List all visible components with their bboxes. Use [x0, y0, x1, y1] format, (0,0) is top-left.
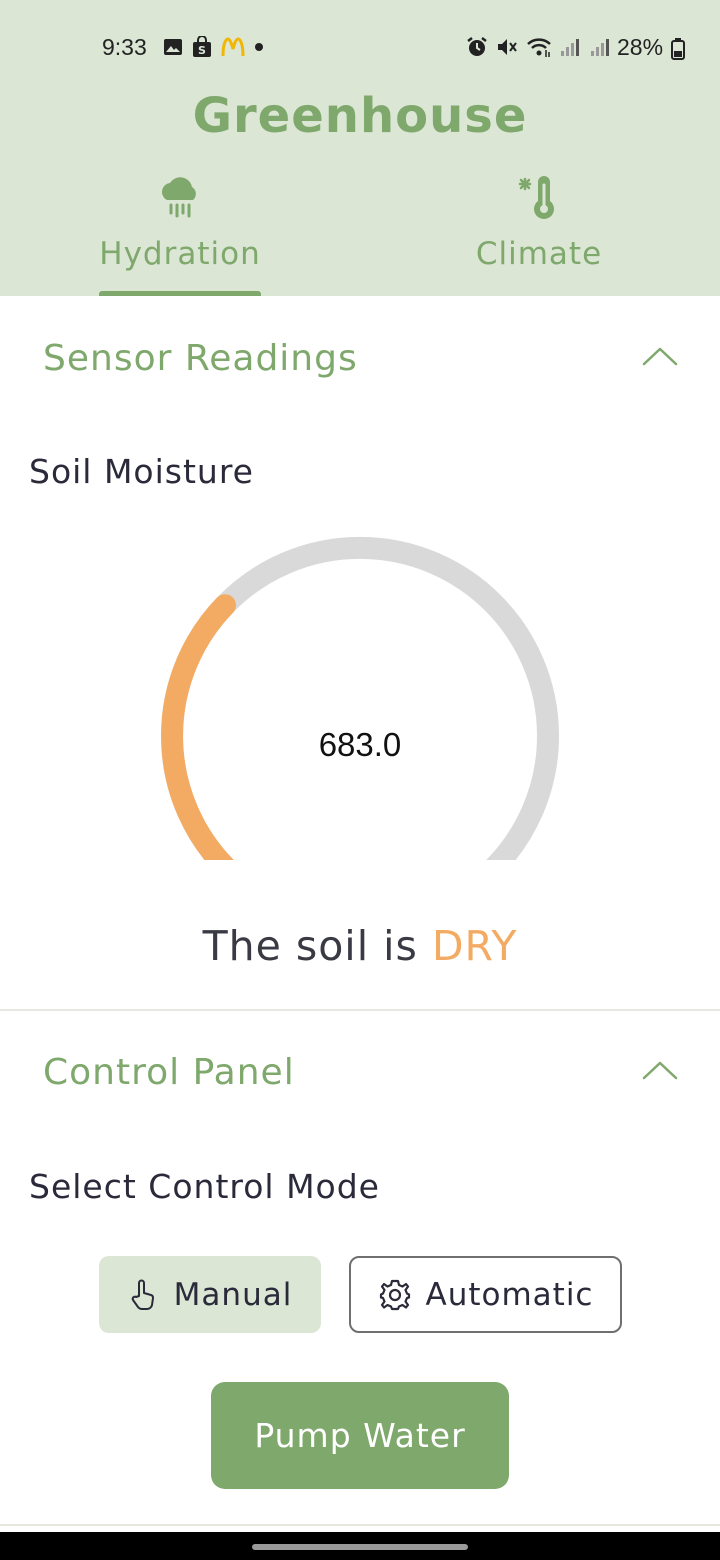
automatic-mode-label: Automatic — [425, 1276, 594, 1313]
soil-status: The soil is DRY — [0, 922, 720, 970]
signal-icon — [591, 39, 609, 56]
sensor-readings-header[interactable]: Sensor Readings — [0, 302, 720, 412]
thermometer-snow-icon — [518, 176, 554, 219]
signal-icon — [561, 39, 579, 56]
manual-mode-label: Manual — [173, 1276, 293, 1313]
sensor-readings-title: Sensor Readings — [43, 338, 358, 379]
rain-cloud-icon — [162, 177, 196, 218]
automatic-mode-button[interactable]: Automatic — [349, 1256, 622, 1333]
chevron-up-icon[interactable] — [642, 1060, 678, 1080]
tab-climate[interactable]: Climate — [409, 170, 669, 296]
battery-icon — [671, 38, 685, 60]
mcdonalds-icon — [221, 37, 245, 57]
control-panel-title: Control Panel — [43, 1052, 295, 1093]
battery-percent: 28% — [617, 34, 664, 60]
hand-pointer-icon — [131, 1279, 154, 1310]
tab-indicator — [99, 291, 261, 296]
wifi-icon — [527, 38, 551, 57]
pump-water-button[interactable]: Pump Water — [211, 1382, 509, 1489]
app-title: Greenhouse — [192, 88, 528, 144]
status-bar: 9:33 S 28% — [0, 28, 720, 68]
home-indicator[interactable] — [252, 1544, 468, 1550]
manual-mode-button[interactable]: Manual — [99, 1256, 321, 1333]
section-divider — [0, 1009, 720, 1011]
moisture-gauge — [161, 536, 559, 860]
soil-moisture-label: Soil Moisture — [29, 452, 254, 491]
notification-icons: S — [163, 36, 264, 58]
status-time: 9:33 — [102, 34, 147, 60]
image-icon — [164, 39, 182, 55]
shopping-bag-icon: S — [193, 36, 211, 57]
control-panel-header[interactable]: Control Panel — [0, 1016, 720, 1126]
tab-hydration[interactable]: Hydration — [50, 170, 310, 296]
svg-text:S: S — [198, 44, 206, 57]
system-icons — [466, 36, 612, 58]
soil-status-value: DRY — [431, 922, 518, 970]
tab-hydration-label: Hydration — [99, 236, 261, 272]
tab-climate-label: Climate — [475, 236, 603, 272]
alarm-icon — [467, 37, 487, 56]
soil-status-prefix: The soil is — [202, 922, 418, 970]
chevron-up-icon[interactable] — [642, 346, 678, 366]
control-mode-label: Select Control Mode — [29, 1167, 380, 1206]
mute-icon — [498, 39, 517, 55]
moisture-reading: 683.0 — [318, 726, 402, 763]
bottom-divider — [0, 1524, 720, 1526]
dot-icon — [255, 43, 263, 51]
gear-icon — [379, 1279, 410, 1310]
